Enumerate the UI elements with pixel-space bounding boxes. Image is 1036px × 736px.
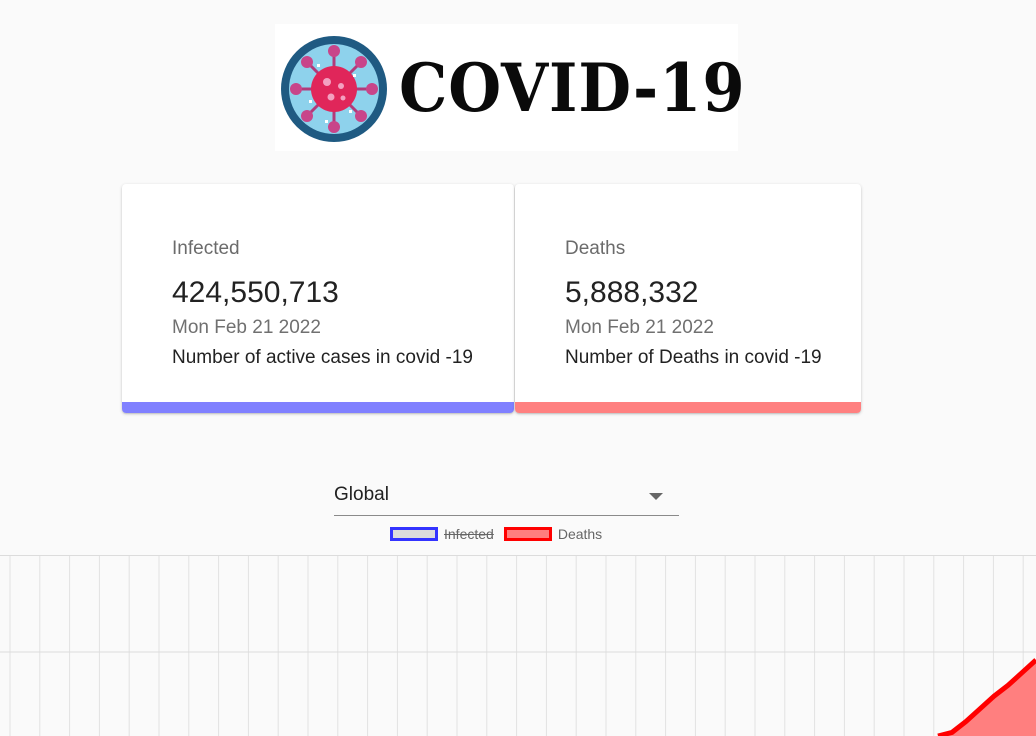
virus-icon [281,36,387,142]
legend-label-deaths: Deaths [557,526,603,542]
infected-card: Infected 424,550,713 Mon Feb 21 2022 Num… [122,184,514,413]
deaths-count: 5,888,332 [565,276,699,309]
deaths-date: Mon Feb 21 2022 [565,317,714,338]
infected-count: 424,550,713 [172,276,339,309]
country-select-value: Global [334,484,389,505]
deaths-title: Deaths [565,238,626,259]
country-select[interactable]: Global [334,478,679,516]
legend-item-infected[interactable]: Infected [390,526,494,542]
logo-title: COVID-19 [399,49,746,127]
infected-description: Number of active cases in covid -19 [172,347,473,368]
deaths-accent-bar [515,402,861,413]
infected-title: Infected [172,238,240,259]
cases-line-chart [0,555,1036,736]
covid-logo: COVID-19 [275,24,745,151]
chevron-down-icon[interactable] [649,493,663,500]
chart-legend: Infected Deaths [390,526,612,542]
chart-gridlines [0,555,1036,736]
infected-date: Mon Feb 21 2022 [172,317,321,338]
legend-swatch-infected [390,527,438,541]
page: COVID-19 Infected 424,550,713 Mon Feb 21… [0,0,1036,736]
legend-label-infected: Infected [444,526,494,542]
deaths-description: Number of Deaths in covid -19 [565,347,822,368]
deaths-card: Deaths 5,888,332 Mon Feb 21 2022 Number … [515,184,861,413]
legend-item-deaths[interactable]: Deaths [503,526,603,542]
infected-accent-bar [122,402,514,413]
legend-swatch-deaths [503,527,552,541]
